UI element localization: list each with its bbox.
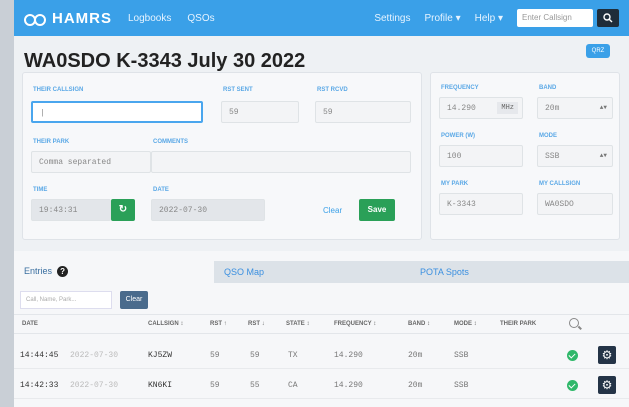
rst-rcvd-input[interactable]: 59	[315, 101, 411, 123]
rst-rcvd-label: RST RCVD	[317, 87, 348, 93]
search-icon	[603, 13, 613, 23]
cell-rst-rcvd: 59	[250, 351, 260, 360]
cell-time: 14:44:45	[20, 351, 59, 360]
power-label: POWER (W)	[441, 133, 475, 139]
qso-entry-panel: WA0SDO K-3343 July 30 2022 QRZ THEIR CAL…	[14, 36, 629, 251]
col-state[interactable]: STATE ↕	[286, 321, 309, 327]
tab-qso-map[interactable]: QSO Map	[214, 261, 410, 283]
gear-icon[interactable]: ⚙	[598, 346, 616, 364]
nav-link-qsos[interactable]: QSOs	[187, 13, 214, 24]
their-callsign-input[interactable]: |	[31, 101, 203, 123]
cell-frequency: 14.290	[334, 381, 363, 390]
chevron-down-icon: ▲▼	[599, 152, 607, 159]
top-navbar: HAMRS Logbooks QSOs Settings Profile ▾ H…	[14, 0, 629, 36]
band-label: BAND	[539, 85, 557, 91]
filter-input[interactable]: Call, Name, Park...	[20, 291, 112, 309]
their-park-label: THEIR PARK	[33, 139, 70, 145]
frequency-input[interactable]: 14.290 MHz	[439, 97, 523, 119]
rst-sent-input[interactable]: 59	[221, 101, 299, 123]
comments-label: COMMENTS	[153, 139, 188, 145]
brand-name: HAMRS	[52, 9, 112, 27]
cell-rst-rcvd: 55	[250, 381, 260, 390]
chevron-down-icon: ▲▼	[599, 104, 607, 111]
nav-link-settings[interactable]: Settings	[374, 13, 410, 24]
cell-frequency: 14.290	[334, 351, 363, 360]
clear-button[interactable]: Clear	[323, 206, 342, 215]
my-park-label: MY PARK	[441, 181, 469, 187]
col-mode[interactable]: MODE ↕	[454, 321, 477, 327]
rst-sent-label: RST SENT	[223, 87, 253, 93]
cell-state: TX	[288, 351, 298, 360]
their-park-input[interactable]: Comma separated	[31, 151, 151, 173]
time-label: TIME	[33, 187, 48, 193]
check-icon	[567, 350, 578, 361]
cell-mode: SSB	[454, 351, 469, 360]
nav-right: Settings Profile ▾ Help ▾ Enter Callsign	[374, 9, 619, 27]
nav-link-help[interactable]: Help ▾	[475, 13, 503, 24]
date-input[interactable]: 2022-07-30	[151, 199, 265, 221]
tab-pota-spots[interactable]: POTA Spots	[410, 261, 629, 283]
cell-time: 14:42:33	[20, 381, 59, 390]
mode-value: SSB	[545, 152, 560, 161]
cell-date: 2022-07-30	[70, 381, 119, 390]
brand-logo[interactable]: HAMRS	[24, 10, 112, 27]
help-icon[interactable]: ?	[57, 265, 69, 277]
logo-icon	[24, 12, 46, 26]
nav-link-logbooks[interactable]: Logbooks	[128, 13, 171, 24]
power-input[interactable]: 100	[439, 145, 523, 167]
band-select[interactable]: 20m ▲▼	[537, 97, 613, 119]
now-button[interactable]: ↻	[111, 199, 135, 221]
log-panel: Entries ? QSO Map POTA Spots Call, Name,…	[14, 251, 629, 407]
frequency-label: FREQUENCY	[441, 85, 479, 91]
cell-callsign: KN6KI	[148, 381, 173, 390]
cell-date: 2022-07-30	[70, 351, 119, 360]
cell-mode: SSB	[454, 381, 469, 390]
col-their-park[interactable]: THEIR PARK	[500, 321, 536, 327]
my-park-input[interactable]: K-3343	[439, 193, 523, 215]
col-rst-rcvd[interactable]: RST ↓	[248, 321, 265, 327]
table-header: DATE CALLSIGN ↕ RST ↑ RST ↓ STATE ↕ FREQ…	[14, 314, 629, 334]
cell-callsign: KJ5ZW	[148, 351, 173, 360]
mode-label: MODE	[539, 133, 557, 139]
comments-input[interactable]	[151, 151, 411, 173]
table-row[interactable]: 14:42:33 2022-07-30 KN6KI 59 55 CA 14.29…	[14, 371, 629, 399]
nav-link-profile[interactable]: Profile ▾	[424, 13, 460, 24]
band-value: 20m	[545, 104, 560, 113]
gear-icon[interactable]: ⚙	[598, 376, 616, 394]
col-callsign[interactable]: CALLSIGN ↕	[148, 321, 183, 327]
table-row[interactable]: 14:44:45 2022-07-30 KJ5ZW 59 59 TX 14.29…	[14, 341, 629, 369]
callsign-search-input[interactable]: Enter Callsign	[517, 9, 593, 27]
save-button[interactable]: Save	[359, 199, 395, 221]
tab-entries-label: Entries	[24, 266, 53, 276]
date-label: DATE	[153, 187, 169, 193]
cell-band: 20m	[408, 381, 423, 390]
search-icon[interactable]	[569, 318, 579, 328]
search-button[interactable]	[597, 9, 619, 27]
cell-state: CA	[288, 381, 298, 390]
cell-band: 20m	[408, 351, 423, 360]
col-frequency[interactable]: FREQUENCY ↕	[334, 321, 376, 327]
my-callsign-label: MY CALLSIGN	[539, 181, 581, 187]
cell-rst-sent: 59	[210, 351, 220, 360]
tab-entries[interactable]: Entries ?	[14, 261, 214, 283]
qso-form-card: THEIR CALLSIGN | RST SENT 59 RST RCVD 59…	[22, 72, 422, 240]
check-icon	[567, 380, 578, 391]
qrz-button[interactable]: QRZ	[586, 44, 610, 58]
col-band[interactable]: BAND ↕	[408, 321, 430, 327]
col-date[interactable]: DATE	[22, 321, 38, 327]
frequency-value: 14.290	[447, 104, 476, 113]
cell-rst-sent: 59	[210, 381, 220, 390]
page-title: WA0SDO K-3343 July 30 2022	[24, 50, 306, 72]
mode-select[interactable]: SSB ▲▼	[537, 145, 613, 167]
their-callsign-label: THEIR CALLSIGN	[33, 87, 84, 93]
station-card: FREQUENCY 14.290 MHz BAND 20m ▲▼ POWER (…	[430, 72, 620, 240]
col-rst-sent[interactable]: RST ↑	[210, 321, 227, 327]
filter-clear-button[interactable]: Clear	[120, 291, 148, 309]
time-input[interactable]: 19:43:31	[31, 199, 111, 221]
my-callsign-input[interactable]: WA0SDO	[537, 193, 613, 215]
frequency-unit: MHz	[497, 102, 518, 114]
